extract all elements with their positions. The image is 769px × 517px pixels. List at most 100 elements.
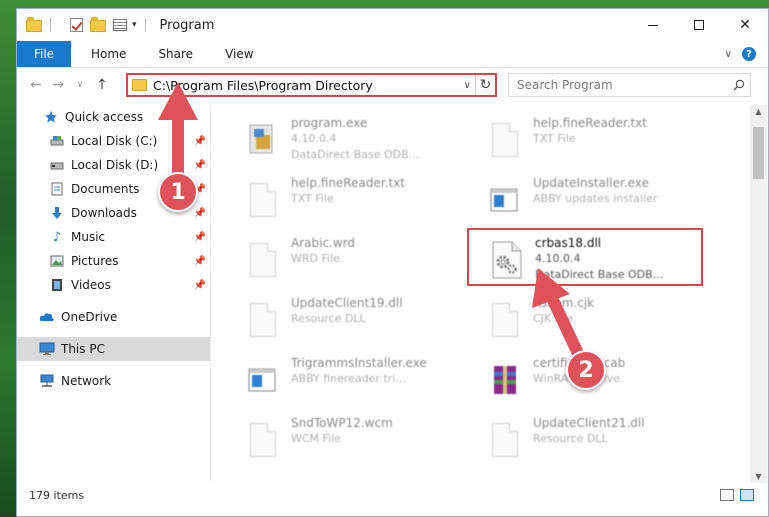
text-file-icon	[483, 115, 527, 165]
sidebar-item-music[interactable]: ♪ Music 📌	[17, 225, 210, 249]
file-item[interactable]: UpdateClient19.dll Resource DLL	[241, 295, 471, 353]
address-bar[interactable]: C:\Program Files\Program Directory ∨ ↻	[126, 73, 497, 97]
explorer-window: ▾ Program ✕ File Home Share View ∨ ? ← →…	[16, 8, 769, 517]
file-type: TXT File	[533, 132, 576, 145]
help-icon[interactable]: ?	[742, 47, 756, 61]
pin-icon[interactable]: 📌	[194, 280, 206, 291]
scroll-up-icon[interactable]: ▲	[750, 107, 767, 116]
sidebar-item-local-disk-c[interactable]: Local Disk (C:) 📌	[17, 129, 210, 153]
divider	[50, 18, 51, 32]
file-list: program.exe 4.10.0.4 DataDirect Base ODB..…	[213, 105, 749, 483]
file-type: Resource DLL	[291, 312, 366, 325]
status-bar: 179 items	[17, 484, 768, 506]
back-arrow-icon[interactable]: ←	[25, 77, 47, 93]
file-description: ABBY updates installer	[533, 192, 658, 205]
nav-label: Documents	[71, 182, 140, 196]
file-item[interactable]: UpdateInstaller.exe ABBY updates installe…	[483, 175, 713, 233]
file-item[interactable]: Arabic.wrd WRD File	[241, 235, 471, 293]
pin-icon[interactable]: 📌	[194, 256, 206, 267]
nav-label: Network	[61, 374, 112, 388]
file-item[interactable]: program.exe 4.10.0.4 DataDirect Base ODB..…	[241, 115, 471, 173]
file-description: DataDirect Base ODB...	[535, 268, 664, 281]
sidebar-item-this-pc[interactable]: This PC	[17, 337, 210, 361]
sidebar-item-network[interactable]: Network	[17, 369, 210, 393]
pin-icon[interactable]: 📌	[194, 136, 206, 147]
nav-label: OneDrive	[61, 310, 118, 324]
dll-gear-icon	[483, 415, 527, 465]
file-description: ABBY finereader tri...	[291, 372, 406, 385]
properties-icon[interactable]	[112, 17, 128, 33]
computer-icon	[39, 342, 55, 356]
file-item-crbas18-dll[interactable]: crbas18.dll 4.10.0.4 DataDirect Base ODB..…	[485, 235, 715, 293]
properties-check-icon[interactable]	[68, 17, 84, 33]
file-type: TXT File	[291, 192, 334, 205]
pictures-icon	[49, 254, 65, 268]
close-button[interactable]: ✕	[722, 9, 768, 41]
item-count: 179 items	[29, 488, 85, 502]
file-version: 4.10.0.4	[535, 252, 581, 265]
pin-icon[interactable]: 📌	[194, 232, 206, 243]
dll-gear-icon	[241, 295, 285, 345]
winrar-archive-icon	[483, 355, 527, 405]
downloads-icon	[49, 206, 65, 220]
maximize-icon	[694, 20, 704, 30]
scroll-down-icon[interactable]: ▼	[750, 472, 767, 481]
nav-quick-access[interactable]: Quick access	[17, 105, 210, 129]
refresh-icon[interactable]: ↻	[475, 75, 495, 95]
expand-ribbon-icon[interactable]: ∨	[725, 49, 732, 60]
customize-toolbar-dropdown-icon[interactable]: ▾	[132, 20, 137, 30]
file-icon	[241, 235, 285, 285]
scrollbar-thumb[interactable]	[753, 127, 764, 179]
file-description: DataDirect Base ODB...	[291, 148, 420, 161]
videos-icon	[49, 278, 65, 292]
nav-label: This PC	[61, 342, 105, 356]
file-item[interactable]: help.fineReader.txt TXT File	[241, 175, 471, 233]
address-dropdown-icon[interactable]: ∨	[464, 80, 471, 91]
file-item[interactable]: SndToWP12.wcm WCM File	[241, 415, 471, 473]
drive-icon	[49, 158, 65, 172]
tab-file[interactable]: File	[17, 41, 71, 67]
divider	[144, 18, 146, 32]
search-box[interactable]	[508, 73, 751, 97]
nav-label: Videos	[71, 278, 111, 292]
file-item[interactable]: UpdateClient21.dll Resource DLL	[483, 415, 713, 473]
address-path[interactable]: C:\Program Files\Program Directory	[153, 78, 373, 93]
tab-home[interactable]: Home	[75, 41, 142, 67]
installer-icon	[483, 175, 527, 225]
details-view-icon[interactable]	[720, 489, 734, 501]
documents-icon	[49, 182, 65, 196]
pin-icon[interactable]: 📌	[194, 208, 206, 219]
search-input[interactable]	[517, 78, 728, 92]
sidebar-item-onedrive[interactable]: OneDrive	[17, 305, 210, 329]
search-icon[interactable]	[728, 79, 750, 91]
nav-label: Local Disk (D:)	[71, 158, 159, 172]
file-type: Resource DLL	[533, 432, 608, 445]
folder-icon	[132, 79, 147, 91]
navigation-pane: Quick access Local Disk (C:) 📌 Local Dis…	[17, 105, 211, 483]
drive-icon	[49, 134, 65, 148]
file-name: help.fineReader.txt	[291, 176, 405, 190]
maximize-button[interactable]	[676, 9, 722, 41]
sidebar-item-videos[interactable]: Videos 📌	[17, 273, 210, 297]
file-name: TrigrammsInstaller.exe	[291, 356, 427, 370]
file-name: SndToWP12.wcm	[291, 416, 393, 430]
file-icon	[483, 295, 527, 345]
up-arrow-icon[interactable]: ↑	[91, 77, 113, 93]
minimize-button[interactable]	[630, 9, 676, 41]
nav-label: Downloads	[71, 206, 137, 220]
recent-locations-icon[interactable]: ∨	[69, 80, 91, 90]
vertical-scrollbar[interactable]: ▲ ▼	[750, 105, 767, 483]
file-item[interactable]: KsKom.cjk CJK File	[483, 295, 713, 353]
file-item[interactable]: help.fineReader.txt TXT File	[483, 115, 713, 173]
network-icon	[39, 374, 55, 388]
file-item[interactable]: TrigrammsInstaller.exe ABBY finereader tr…	[241, 355, 471, 413]
forward-arrow-icon[interactable]: →	[47, 77, 69, 93]
tab-share[interactable]: Share	[142, 41, 209, 67]
new-folder-icon[interactable]	[90, 17, 106, 33]
pin-icon[interactable]: 📌	[194, 160, 206, 171]
minimize-icon	[648, 24, 658, 26]
tiles-view-icon[interactable]	[740, 489, 754, 501]
file-icon	[241, 415, 285, 465]
sidebar-item-pictures[interactable]: Pictures 📌	[17, 249, 210, 273]
tab-view[interactable]: View	[209, 41, 269, 67]
